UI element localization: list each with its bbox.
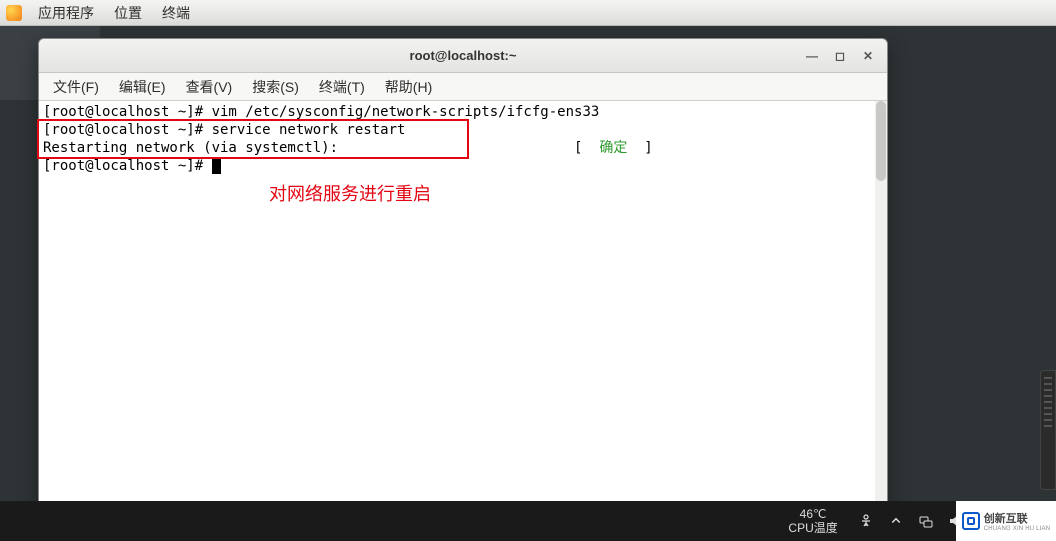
network-icon[interactable] <box>918 513 934 529</box>
applications-icon[interactable] <box>6 5 22 21</box>
minimize-button[interactable]: — <box>805 49 819 63</box>
cursor <box>212 159 221 174</box>
menu-help[interactable]: 帮助(H) <box>375 77 442 97</box>
menu-file[interactable]: 文件(F) <box>43 77 109 97</box>
term-line-1: [root@localhost ~]# vim /etc/sysconfig/n… <box>43 103 883 121</box>
watermark: 创新互联 CHUANG XIN HU LIAN <box>956 501 1056 541</box>
menu-edit[interactable]: 编辑(E) <box>109 77 176 97</box>
menu-terminal[interactable]: 终端(T) <box>309 77 375 97</box>
chevron-up-icon[interactable] <box>888 513 904 529</box>
terminal-window: root@localhost:~ — ◻ ✕ 文件(F) 编辑(E) 查看(V)… <box>38 38 888 538</box>
watermark-logo-icon <box>962 512 980 530</box>
temp-value: 46℃ <box>788 507 837 521</box>
accessibility-icon[interactable] <box>858 513 874 529</box>
temp-label: CPU温度 <box>788 521 837 535</box>
term-line-4: [root@localhost ~]# <box>43 157 883 175</box>
terminal-menubar: 文件(F) 编辑(E) 查看(V) 搜索(S) 终端(T) 帮助(H) <box>39 73 887 101</box>
close-button[interactable]: ✕ <box>861 49 875 63</box>
window-title: root@localhost:~ <box>410 48 517 63</box>
menu-view[interactable]: 查看(V) <box>176 77 243 97</box>
scroll-thumb[interactable] <box>876 101 886 181</box>
dock-handle[interactable] <box>1040 370 1056 490</box>
cpu-temp-widget[interactable]: 46℃ CPU温度 <box>788 507 837 535</box>
maximize-button[interactable]: ◻ <box>833 49 847 63</box>
watermark-text: 创新互联 <box>984 510 1051 526</box>
menu-search[interactable]: 搜索(S) <box>242 77 309 97</box>
menu-places[interactable]: 位置 <box>104 3 152 23</box>
term-line-2: [root@localhost ~]# service network rest… <box>43 121 883 139</box>
annotation-text: 对网络服务进行重启 <box>269 185 431 203</box>
scrollbar[interactable] <box>875 101 887 537</box>
terminal-output[interactable]: [root@localhost ~]# vim /etc/sysconfig/n… <box>39 101 887 537</box>
menu-terminal[interactable]: 终端 <box>152 3 200 23</box>
watermark-sub: CHUANG XIN HU LIAN <box>984 526 1051 532</box>
menu-applications[interactable]: 应用程序 <box>28 3 104 23</box>
window-titlebar[interactable]: root@localhost:~ — ◻ ✕ <box>39 39 887 73</box>
gnome-top-panel: 应用程序 位置 终端 <box>0 0 1056 26</box>
status-ok: 确定 <box>599 140 627 156</box>
bottom-panel: 46℃ CPU温度 中 S 2 <box>0 501 1056 541</box>
term-line-3: Restarting network (via systemctl): [ 确定… <box>43 139 883 157</box>
